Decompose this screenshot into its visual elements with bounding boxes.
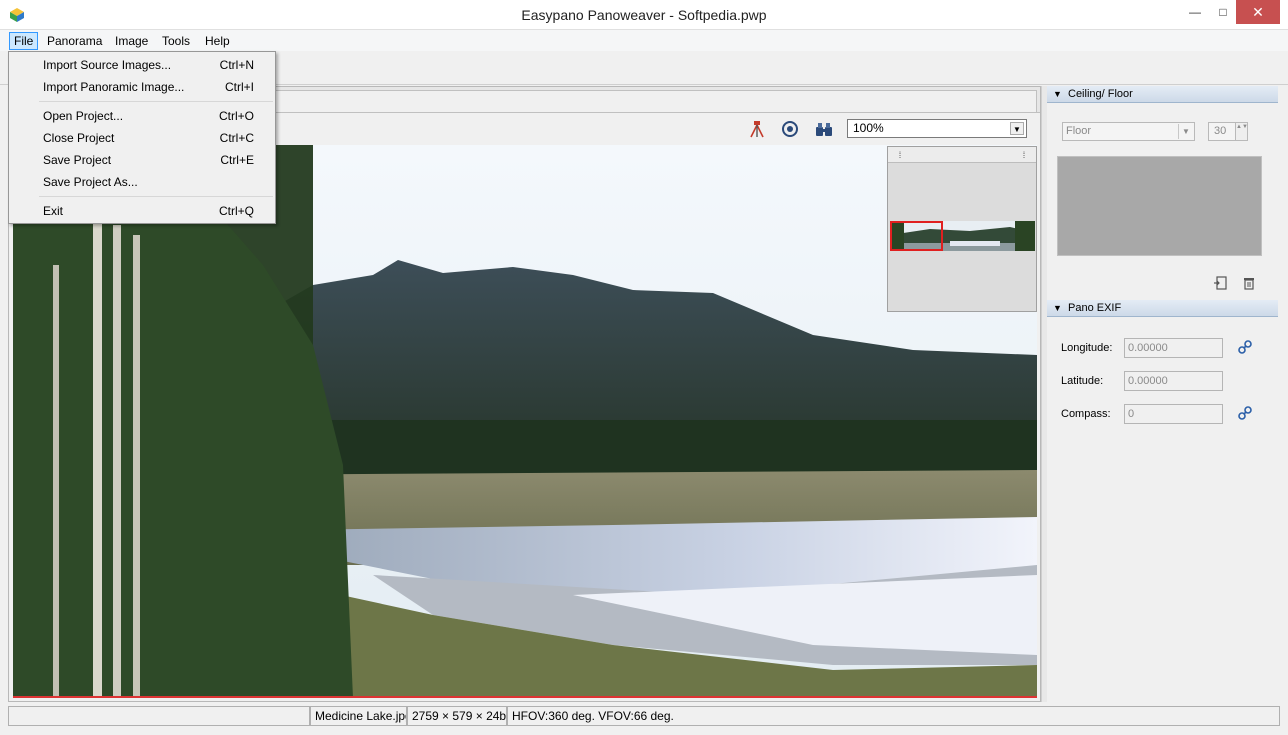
file-menu-dropdown: Import Source Images... Ctrl+N Import Pa…	[8, 51, 276, 224]
menu-bar: File Panorama Image Tools Help	[0, 30, 1288, 51]
menu-import-source-images[interactable]: Import Source Images... Ctrl+N	[10, 54, 274, 76]
menu-save-project-as[interactable]: Save Project As...	[10, 171, 274, 193]
longitude-label: Longitude:	[1061, 342, 1113, 354]
status-dimensions: 2759 × 579 × 24b	[407, 706, 507, 726]
floor-select[interactable]: Floor ▼	[1062, 122, 1195, 141]
menu-item-label: Open Project...	[43, 109, 124, 123]
menu-item-label: Import Source Images...	[43, 58, 172, 72]
menu-close-project[interactable]: Close Project Ctrl+C	[10, 127, 274, 149]
collapse-triangle-icon[interactable]: ▼	[1053, 86, 1062, 103]
pano-exif-header[interactable]: ▼ Pano EXIF	[1047, 300, 1278, 317]
menu-item-shortcut: Ctrl+C	[219, 131, 254, 145]
zoom-value: 100%	[853, 121, 884, 135]
pano-exif-title: Pano EXIF	[1068, 302, 1122, 314]
menu-item-label: Import Panoramic Image...	[43, 80, 185, 94]
tripod-icon[interactable]	[748, 120, 766, 138]
navigator-viewport-frame[interactable]	[890, 221, 943, 251]
binoculars-icon[interactable]	[815, 120, 833, 138]
panorama-image[interactable]	[13, 145, 1037, 698]
landscape-photo	[13, 145, 1037, 696]
trash-icon[interactable]	[1241, 275, 1257, 291]
spinner-arrows-icon[interactable]: ▲▼	[1235, 122, 1248, 141]
menu-separator	[39, 101, 273, 102]
ceiling-floor-title: Ceiling/ Floor	[1068, 88, 1133, 100]
zoom-select[interactable]: 100% ▼	[847, 119, 1027, 138]
resize-icon[interactable]: ⁞	[1016, 147, 1032, 163]
menu-item-label: Close Project	[43, 131, 115, 145]
menu-open-project[interactable]: Open Project... Ctrl+O	[10, 105, 274, 127]
menu-item-shortcut: Ctrl+I	[224, 80, 254, 94]
menu-panorama[interactable]: Panorama	[43, 32, 106, 50]
compass-field[interactable]: 0	[1124, 404, 1223, 424]
close-button[interactable]: ✕	[1236, 0, 1280, 24]
import-icon[interactable]	[1213, 275, 1229, 291]
menu-save-project[interactable]: Save Project Ctrl+E	[10, 149, 274, 171]
window-title: Easypano Panoweaver - Softpedia.pwp	[521, 7, 767, 23]
menu-item-label: Exit	[43, 204, 64, 218]
menu-file[interactable]: File	[9, 32, 39, 50]
menu-image[interactable]: Image	[111, 32, 152, 50]
tab-image[interactable]	[275, 90, 1037, 112]
ceiling-floor-header[interactable]: ▼ Ceiling/ Floor	[1047, 86, 1278, 103]
floor-select-value: Floor	[1066, 125, 1092, 137]
expand-icon[interactable]: ⁞	[892, 147, 908, 163]
compass-label: Compass:	[1061, 408, 1111, 420]
menu-item-label: Save Project	[43, 153, 112, 167]
menu-item-label: Save Project As...	[43, 175, 138, 189]
status-filename: Medicine Lake.jpg	[310, 706, 407, 726]
longitude-field[interactable]: 0.00000	[1124, 338, 1223, 358]
navigator-panel: ⁞ ⁞	[887, 146, 1037, 312]
menu-exit[interactable]: Exit Ctrl+Q	[10, 200, 274, 222]
navigator-header: ⁞ ⁞	[888, 147, 1036, 163]
latitude-field[interactable]: 0.00000	[1124, 371, 1223, 391]
title-bar: Easypano Panoweaver - Softpedia.pwp — □ …	[0, 0, 1288, 30]
chevron-down-icon[interactable]: ▼	[1010, 122, 1024, 135]
menu-item-shortcut: Ctrl+N	[219, 58, 254, 72]
floor-preview	[1057, 156, 1262, 256]
chevron-down-icon[interactable]: ▼	[1178, 124, 1193, 139]
menu-item-shortcut: Ctrl+E	[220, 153, 254, 167]
menu-item-shortcut: Ctrl+Q	[218, 204, 254, 218]
menu-import-panoramic-image[interactable]: Import Panoramic Image... Ctrl+I	[10, 76, 274, 98]
floor-size-spinner[interactable]: 30 ▲▼	[1208, 122, 1248, 141]
floor-size-value: 30	[1214, 125, 1227, 137]
latitude-label: Latitude:	[1061, 375, 1104, 387]
menu-tools[interactable]: Tools	[158, 32, 194, 50]
menu-help[interactable]: Help	[201, 32, 234, 50]
link-icon[interactable]	[1237, 405, 1253, 421]
status-fov: HFOV:360 deg. VFOV:66 deg.	[507, 706, 1280, 726]
status-message	[8, 706, 310, 726]
menu-separator	[39, 196, 273, 197]
minimize-button[interactable]: —	[1180, 0, 1210, 24]
properties-panel: ▼ Ceiling/ Floor Floor ▼ 30 ▲▼ ▼ Pano EX…	[1047, 86, 1280, 702]
menu-item-shortcut: Ctrl+O	[218, 109, 254, 123]
status-bar: Medicine Lake.jpg 2759 × 579 × 24b HFOV:…	[0, 704, 1288, 735]
link-icon[interactable]	[1237, 339, 1253, 355]
maximize-button[interactable]: □	[1208, 0, 1238, 24]
collapse-triangle-icon[interactable]: ▼	[1053, 300, 1062, 317]
target-icon[interactable]	[781, 120, 799, 138]
